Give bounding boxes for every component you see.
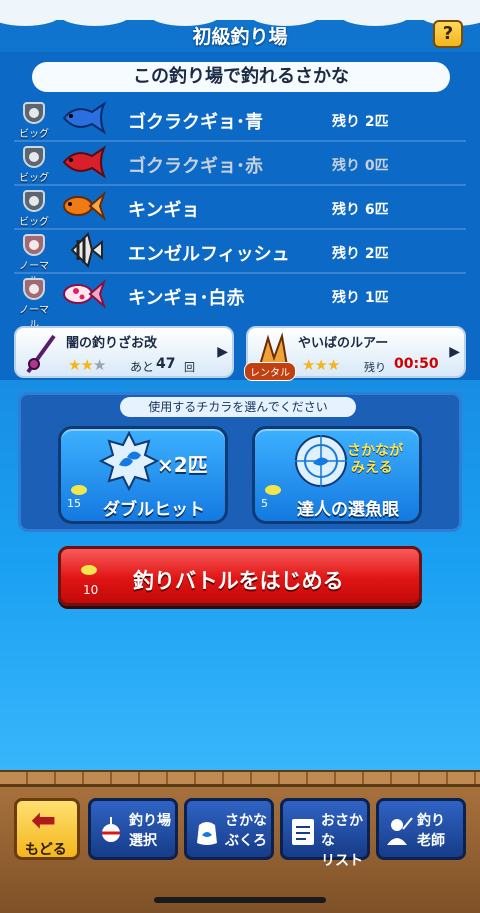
rod-card[interactable]: 闇の釣りざお改 ★★★ あと 47 回 ▶ [14,326,234,378]
fish-row: ビッグ ゴクラクギョ･青 残り 2匹 [14,98,466,142]
nav-label: さかな ぶくろ [225,813,267,849]
master-eye-label: 達人の選魚眼 [297,500,399,520]
rod-uses-prefix: あと [130,360,155,374]
nav-label: おさかな リスト [321,813,363,869]
catchable-fish-heading: この釣り場で釣れるさかな [32,62,450,92]
nav-fish-list[interactable]: おさかな リスト [280,798,370,869]
fish-remaining: 残り 6匹 [332,202,389,218]
fishing-rod-icon [26,334,56,374]
nav-fishing-master[interactable]: 釣り 老師 [376,798,466,860]
fish-name: ゴクラクギョ･赤 [128,156,263,177]
goldfish-white-red-icon [63,278,107,310]
master-eye-cost: 5 [261,497,268,510]
start-battle-cost: 10 [83,583,99,597]
power-select-title: 使用するチカラを選んでください [120,397,356,417]
lure-name: やいばのルアー [298,336,389,351]
lure-remaining-prefix: 残り [364,361,386,374]
fish-name: ゴクラクギョ･青 [128,112,263,133]
fish-row: ノーマル エンゼルフィッシュ 残り 2匹 [14,230,466,287]
master-eye-caption: さかなが みえる [347,443,403,476]
size-badge: ビッグ [16,146,52,184]
rod-uses-value: 47 [156,356,176,372]
fish-coin-icon [81,565,97,575]
double-hit-cost: 15 [67,497,81,510]
nav-fishing-spot-select[interactable]: 釣り場 選択 [88,798,178,860]
back-button[interactable]: ⬅ もどる [14,798,80,860]
cloud-banner [0,0,480,26]
home-indicator [154,897,326,903]
fish-list-icon [292,819,314,845]
fish-name: キンギョ･白赤 [128,288,245,309]
fish-remaining: 残り 1匹 [332,290,389,306]
fish-bag-icon [197,822,217,845]
bobber-icon [102,817,120,842]
fish-name: キンギョ [128,200,200,221]
nav-fish-bag[interactable]: さかな ぶくろ [184,798,274,860]
betta-blue-icon [62,101,107,135]
lure-timer: 00:50 [394,356,439,372]
fish-row: ビッグ ゴクラクギョ･赤 残り 0匹 [14,142,466,186]
fish-row: ノーマル キンギョ･白赤 残り 1匹 [14,274,466,331]
fish-name: エンゼルフィッシュ [128,244,290,265]
size-badge: ビッグ [16,190,52,228]
betta-red-icon [62,145,107,179]
fish-remaining: 残り 0匹 [332,158,389,174]
fish-radar-icon [295,435,347,487]
fish-remaining: 残り 2匹 [332,246,389,262]
lure-stars: ★★★ [302,356,340,374]
chevron-right-icon: ▶ [449,344,460,360]
fish-remaining: 残り 2匹 [332,114,389,130]
fishing-master-icon [387,817,413,845]
rental-tag: レンタル [244,362,296,381]
size-badge: ビッグ [16,102,52,140]
back-arrow-icon: ⬅ [31,803,57,838]
goldfish-icon [63,190,107,222]
double-hit-button[interactable]: ×2匹 15 ダブルヒット [58,426,228,524]
double-hit-multiplier: ×2匹 [157,453,208,477]
rod-stars: ★★★ [68,356,106,374]
double-hit-icon [99,431,159,491]
double-hit-label: ダブルヒット [103,500,205,520]
size-badge: ノーマル [16,278,52,331]
help-button[interactable]: ? [433,20,463,48]
fish-coin-icon [265,485,281,495]
rod-uses-suffix: 回 [184,361,195,374]
rod-name: 闇の釣りざお改 [66,336,158,351]
lure-card[interactable]: レンタル やいばのルアー ★★★ 残り 00:50 ▶ [244,326,466,381]
chevron-right-icon: ▶ [217,344,228,360]
master-eye-button[interactable]: さかなが みえる 5 達人の選魚眼 [252,426,422,524]
nav-label: 釣り 老師 [417,813,445,849]
nav-label: 釣り場 選択 [129,813,171,849]
start-battle-button[interactable]: 10 釣りバトルをはじめる [58,546,422,606]
angelfish-icon [70,232,103,268]
fish-row: ビッグ キンギョ 残り 6匹 [14,186,466,230]
fish-coin-icon [71,485,87,495]
start-battle-label: 釣りバトルをはじめる [133,569,344,593]
back-label: もどる [25,842,67,858]
page-title: 初級釣り場 [192,26,288,48]
